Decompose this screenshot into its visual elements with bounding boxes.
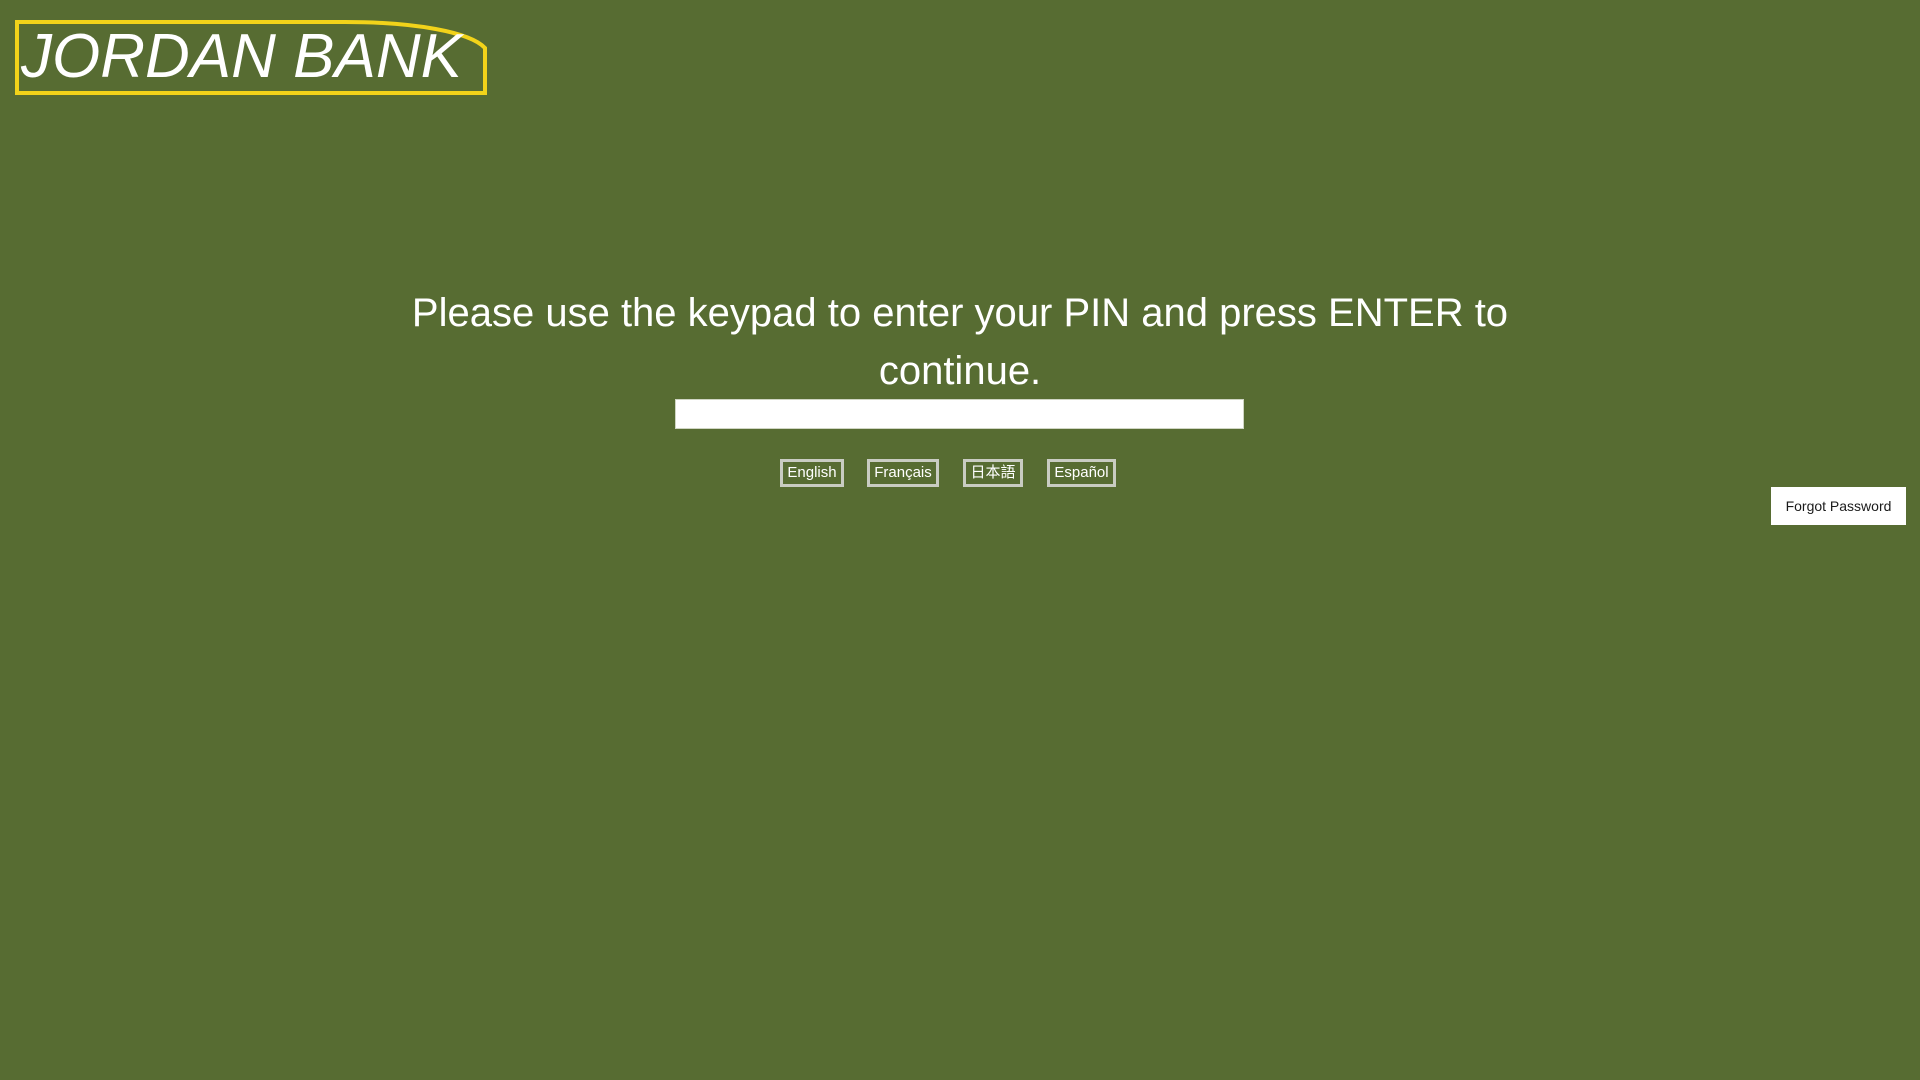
bank-name: JORDAN BANK xyxy=(21,22,462,91)
forgot-password-button[interactable]: Forgot Password xyxy=(1771,487,1906,525)
language-japanese-button[interactable]: 日本語 xyxy=(963,459,1023,487)
language-spanish-button[interactable]: Español xyxy=(1047,459,1116,487)
language-english-button[interactable]: English xyxy=(780,459,844,487)
pin-input[interactable] xyxy=(675,399,1244,429)
atm-login-screen: JORDAN BANK Please use the keypad to ent… xyxy=(0,0,1920,1080)
language-french-button[interactable]: Français xyxy=(867,459,939,487)
pin-prompt: Please use the keypad to enter your PIN … xyxy=(411,291,1509,393)
language-selector: English Français 日本語 Español xyxy=(0,459,1920,487)
bank-logo: JORDAN BANK xyxy=(15,20,488,95)
